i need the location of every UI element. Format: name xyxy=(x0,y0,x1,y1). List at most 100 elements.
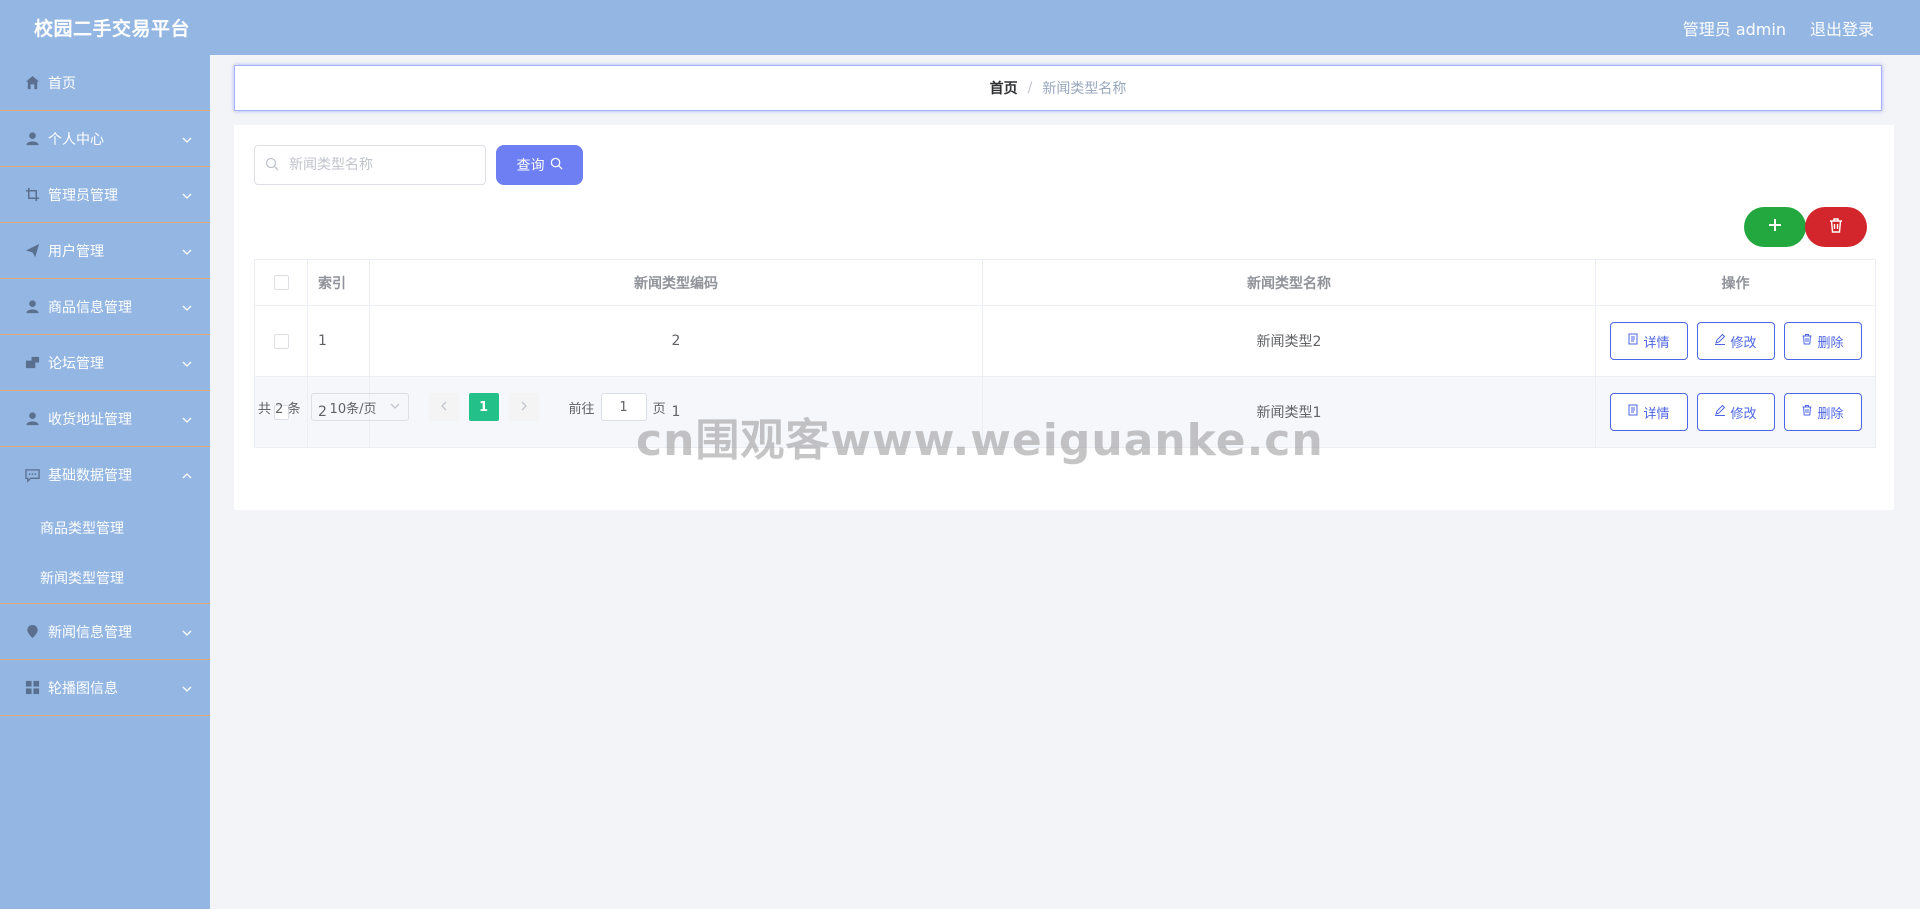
breadcrumb: 首页 / 新闻类型名称 xyxy=(234,65,1882,111)
crop-icon xyxy=(24,187,40,203)
column-header-actions: 操作 xyxy=(1595,259,1876,306)
chevron-down-icon xyxy=(390,400,400,415)
sidebar-subitem-label: 新闻类型管理 xyxy=(40,571,124,587)
delete-button-label: 删除 xyxy=(1817,335,1844,351)
page-number-1[interactable]: 1 xyxy=(468,393,499,421)
actions-cell: 详情 修改 删除 xyxy=(1595,376,1876,448)
breadcrumb-home[interactable]: 首页 xyxy=(990,78,1018,98)
breadcrumb-current: 新闻类型名称 xyxy=(1042,81,1127,97)
grid-icon xyxy=(24,680,40,696)
query-button[interactable]: 查询 xyxy=(496,145,583,185)
sidebar-item-label: 商品信息管理 xyxy=(48,299,132,316)
select-all-cell xyxy=(254,259,308,306)
logout-link[interactable]: 退出登录 xyxy=(1810,16,1874,40)
chevron-right-icon xyxy=(519,400,529,415)
table-row: 1 2 新闻类型2 详情 修改 删除 xyxy=(254,305,1876,377)
app-title: 校园二手交易平台 xyxy=(34,18,191,40)
chevron-left-icon xyxy=(439,400,449,415)
chat-icon xyxy=(24,355,40,371)
table-header-row: 索引 新闻类型编码 新闻类型名称 操作 xyxy=(254,259,1876,306)
column-header-name: 新闻类型名称 xyxy=(982,259,1596,306)
chevron-down-icon xyxy=(182,301,192,311)
sidebar-item-address-management[interactable]: 收货地址管理 xyxy=(0,391,210,447)
pagination: 共 2 条 10条/页 1 前往 页 xyxy=(258,393,666,421)
edit-button[interactable]: 修改 xyxy=(1696,393,1775,431)
document-icon xyxy=(1627,333,1639,349)
chevron-down-icon xyxy=(182,245,192,255)
plus-icon xyxy=(1767,217,1783,237)
document-icon xyxy=(1627,404,1639,420)
sidebar-item-label: 轮播图信息 xyxy=(48,680,118,697)
trash-icon xyxy=(1801,404,1813,420)
row-checkbox[interactable] xyxy=(273,333,289,349)
home-icon xyxy=(24,75,40,91)
edit-button-label: 修改 xyxy=(1730,335,1757,351)
sidebar-item-forum-management[interactable]: 论坛管理 xyxy=(0,335,210,391)
main-content: 首页 / 新闻类型名称 查询 xyxy=(210,55,1920,909)
user-icon xyxy=(24,299,40,315)
delete-button[interactable]: 删除 xyxy=(1783,322,1862,360)
basic-data-submenu: 商品类型管理 新闻类型管理 xyxy=(0,503,210,604)
chevron-down-icon xyxy=(182,682,192,692)
top-bar: 校园二手交易平台 管理员 admin 退出登录 xyxy=(0,0,1920,55)
trash-icon xyxy=(1828,217,1844,237)
admin-user-label[interactable]: 管理员 admin xyxy=(1683,16,1786,40)
sidebar-item-basic-data[interactable]: 基础数据管理 xyxy=(0,447,210,503)
search-icon xyxy=(550,157,563,174)
detail-button-label: 详情 xyxy=(1643,406,1670,422)
sidebar-item-goods-management[interactable]: 商品信息管理 xyxy=(0,279,210,335)
actions-cell: 详情 修改 删除 xyxy=(1595,305,1876,377)
sidebar-item-label: 基础数据管理 xyxy=(48,468,132,484)
chevron-down-icon xyxy=(182,357,192,367)
prev-page-button[interactable] xyxy=(428,393,459,421)
sidebar-subitem-news-type[interactable]: 新闻类型管理 xyxy=(0,553,210,603)
edit-icon xyxy=(1714,404,1726,420)
sidebar-item-carousel[interactable]: 轮播图信息 xyxy=(0,660,210,716)
code-cell: 2 xyxy=(369,305,983,377)
sidebar-item-user-management[interactable]: 用户管理 xyxy=(0,223,210,279)
next-page-button[interactable] xyxy=(508,393,539,421)
edit-button[interactable]: 修改 xyxy=(1696,322,1775,360)
sidebar-item-news-management[interactable]: 新闻信息管理 xyxy=(0,604,210,660)
sidebar-item-label: 个人中心 xyxy=(48,131,104,148)
add-button[interactable] xyxy=(1744,207,1806,247)
page-size-value: 10条/页 xyxy=(329,401,377,417)
sidebar-item-label: 管理员管理 xyxy=(48,187,118,204)
column-header-index: 索引 xyxy=(307,259,370,306)
search-field[interactable] xyxy=(254,145,486,185)
detail-button-label: 详情 xyxy=(1643,335,1670,351)
breadcrumb-separator: / xyxy=(1027,80,1033,96)
sidebar-item-label: 收货地址管理 xyxy=(48,411,132,428)
watermark: cn围观客www.weiguanke.cn xyxy=(636,415,1324,466)
chevron-down-icon xyxy=(182,626,192,636)
sidebar-item-personal-center[interactable]: 个人中心 xyxy=(0,111,210,167)
delete-button[interactable]: 删除 xyxy=(1783,393,1862,431)
sidebar-item-admin-management[interactable]: 管理员管理 xyxy=(0,167,210,223)
edit-icon xyxy=(1714,333,1726,349)
sidebar-item-label: 新闻信息管理 xyxy=(48,624,132,641)
top-right-menu: 管理员 admin 退出登录 xyxy=(1683,16,1874,40)
name-cell: 新闻类型2 xyxy=(982,305,1596,377)
sidebar-subitem-goods-type[interactable]: 商品类型管理 xyxy=(0,503,210,553)
comment-icon xyxy=(24,467,40,483)
user-icon xyxy=(24,411,40,427)
search-icon xyxy=(265,156,279,175)
sidebar-item-label: 用户管理 xyxy=(48,243,104,260)
index-cell: 1 xyxy=(307,305,370,377)
sidebar-subitem-label: 商品类型管理 xyxy=(40,521,124,537)
column-header-code: 新闻类型编码 xyxy=(369,259,983,306)
chevron-down-icon xyxy=(182,413,192,423)
detail-button[interactable]: 详情 xyxy=(1609,393,1688,431)
sidebar-item-home[interactable]: 首页 xyxy=(0,55,210,111)
sidebar-item-label: 论坛管理 xyxy=(48,355,104,372)
detail-button[interactable]: 详情 xyxy=(1609,322,1688,360)
row-select-cell xyxy=(254,305,308,377)
send-icon xyxy=(24,243,40,259)
select-all-checkbox[interactable] xyxy=(273,275,289,290)
page-size-select[interactable]: 10条/页 xyxy=(310,393,409,421)
trash-icon xyxy=(1801,333,1813,349)
delete-button-label: 删除 xyxy=(1817,406,1844,422)
search-input[interactable] xyxy=(287,156,471,174)
query-button-label: 查询 xyxy=(516,158,545,174)
batch-delete-button[interactable] xyxy=(1805,207,1867,247)
